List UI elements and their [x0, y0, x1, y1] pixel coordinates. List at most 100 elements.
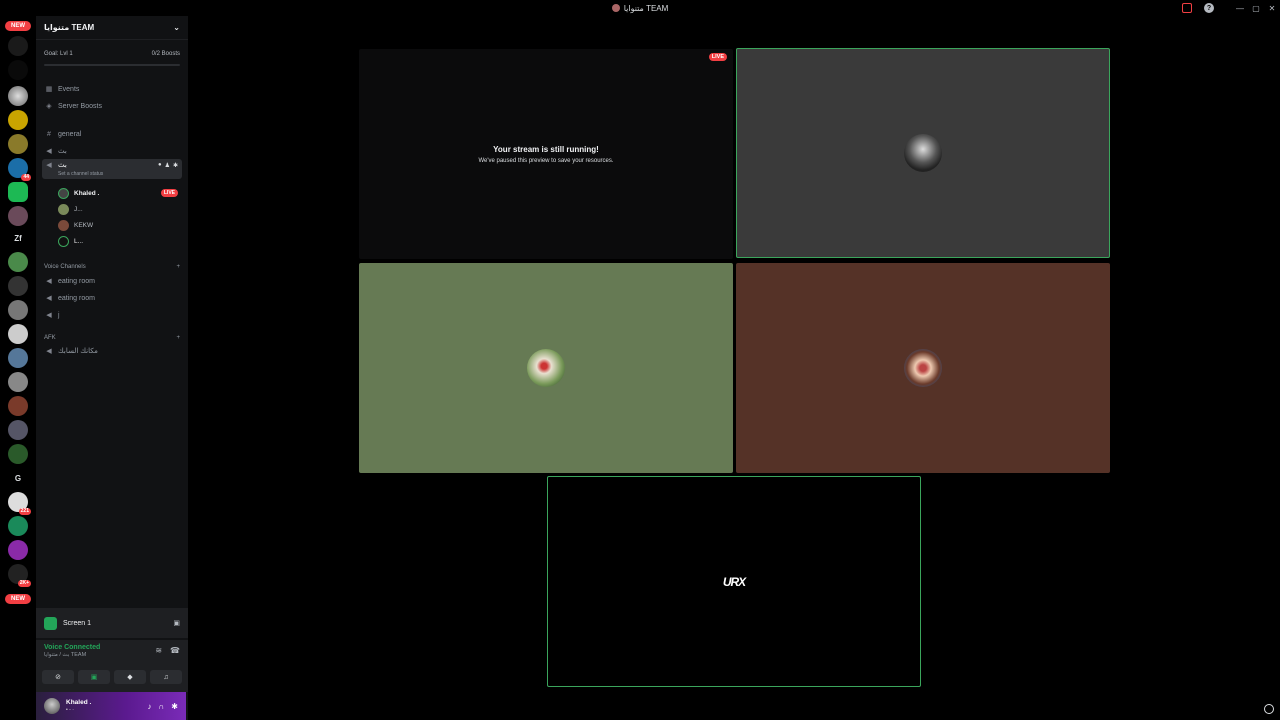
voice-user[interactable]: L...	[58, 234, 182, 248]
server-icon-5[interactable]	[8, 134, 28, 154]
gear-icon[interactable]: ✱	[173, 162, 178, 169]
participant-tile[interactable]	[359, 263, 733, 473]
activity-button[interactable]: ◆	[114, 670, 146, 684]
avatar	[58, 187, 69, 199]
category-afk[interactable]: AFK +	[44, 332, 180, 344]
server-icon-21[interactable]: 2K+	[8, 564, 31, 587]
server-icon-12[interactable]	[8, 324, 28, 344]
screen-share-panel[interactable]: Screen 1 ▣	[36, 608, 188, 638]
server-icon-6[interactable]: 44	[8, 158, 31, 181]
participant-tile[interactable]	[736, 263, 1110, 473]
camera-button[interactable]: ⊘	[42, 670, 74, 684]
channel-voice-1[interactable]: ◀ بث	[42, 144, 182, 158]
screen-label: Screen 1	[63, 619, 92, 627]
voice-user[interactable]: Khaled . LIVE	[58, 186, 182, 200]
speaker-icon: ◀	[46, 312, 52, 319]
nav-events[interactable]: ▦ Events	[42, 82, 182, 96]
channel-status[interactable]: Set a channel status	[58, 171, 103, 177]
participant-logo: URX	[722, 574, 746, 589]
headphones-icon[interactable]: ∩	[159, 702, 165, 711]
voice-user-name: J...	[74, 205, 83, 213]
plus-icon[interactable]: +	[176, 264, 180, 270]
minimize-button[interactable]: —	[1232, 4, 1248, 13]
mention-badge: 2K+	[17, 580, 31, 587]
disconnect-icon[interactable]: ☎	[170, 646, 180, 655]
calendar-icon: ▦	[45, 86, 53, 93]
server-icon-11[interactable]	[8, 300, 28, 320]
gear-icon[interactable]: ✱	[171, 702, 178, 711]
new-badge-bottom: NEW	[5, 594, 31, 604]
server-icon-20[interactable]	[8, 540, 28, 560]
channel-voice-1-label: بث	[58, 148, 67, 155]
help-icon[interactable]: ?	[1204, 3, 1214, 13]
maximize-button[interactable]: ▢	[1248, 4, 1264, 13]
speaker-icon: ◀	[46, 162, 52, 169]
microphone-icon[interactable]: ♪	[148, 702, 152, 711]
user-controls: ♪ ∩ ✱	[148, 702, 178, 711]
user-panel: Khaled . • - · ♪ ∩ ✱	[36, 692, 186, 720]
server-icon-7[interactable]	[8, 182, 28, 202]
avatar	[58, 235, 69, 247]
nav-server-boosts-label: Server Boosts	[58, 102, 102, 110]
stop-stream-icon[interactable]: ▣	[173, 619, 180, 627]
stream-tile[interactable]: LIVE Your stream is still running! We've…	[359, 49, 733, 259]
titlebar-icons: ?	[1182, 3, 1214, 13]
channel-general[interactable]: # general	[42, 127, 182, 141]
server-letter-g[interactable]: G	[8, 468, 28, 488]
server-icon-13[interactable]	[8, 348, 28, 368]
mention-badge: 221	[18, 508, 31, 515]
server-icon-1[interactable]	[8, 36, 28, 56]
add-member-icon[interactable]: ♟	[165, 162, 170, 169]
channel-eating-room-2[interactable]: ◀ eating room	[42, 291, 182, 305]
voice-user-name: KEKW	[74, 221, 94, 229]
category-label: Voice Channels	[44, 264, 86, 270]
server-icon-9[interactable]	[8, 252, 28, 272]
server-header[interactable]: متنوايا TEAM ⌄	[36, 16, 188, 40]
voice-buttons: ⊘ ▣ ◆ ♫	[42, 670, 182, 684]
voice-user[interactable]: J...	[58, 202, 182, 216]
server-icon-16[interactable]	[8, 420, 28, 440]
participant-tile[interactable]: URX	[547, 476, 921, 687]
voice-user-name: L...	[74, 237, 84, 245]
window-title: متنوايا TEAM	[611, 4, 668, 13]
category-label: AFK	[44, 335, 56, 341]
fullscreen-icon[interactable]	[1264, 704, 1274, 714]
server-icon-10[interactable]	[8, 276, 28, 296]
server-icon-15[interactable]	[8, 396, 28, 416]
noise-suppression-icon[interactable]: ≋	[155, 646, 162, 655]
channel-afk[interactable]: ◀ مكانك السابك	[42, 344, 182, 358]
voice-user-name: Khaled .	[74, 189, 100, 197]
server-icon-2[interactable]	[8, 60, 28, 80]
avatar	[904, 134, 942, 172]
boost-icon: ◈	[46, 103, 52, 110]
voice-actions: ≋ ☎	[155, 646, 180, 655]
nav-server-boosts[interactable]: ◈ Server Boosts	[42, 99, 182, 113]
channel-active-voice[interactable]: ◀ بث Set a channel status ● ♟ ✱	[42, 159, 182, 179]
chat-icon[interactable]: ●	[158, 162, 162, 169]
username: Khaled .	[66, 699, 92, 706]
server-icon-19[interactable]	[8, 516, 28, 536]
server-name: متنوايا TEAM	[44, 23, 95, 32]
avatar[interactable]	[44, 698, 60, 714]
live-badge: LIVE	[708, 53, 727, 61]
voice-user[interactable]: KEKW	[58, 218, 182, 232]
plus-icon[interactable]: +	[176, 335, 180, 341]
server-icon-17[interactable]	[8, 444, 28, 464]
category-voice-channels[interactable]: Voice Channels +	[44, 261, 180, 273]
speaker-icon: ◀	[46, 148, 52, 155]
channel-eating-room-1[interactable]: ◀ eating room	[42, 274, 182, 288]
server-icon-8[interactable]	[8, 206, 28, 226]
server-icon-4[interactable]	[8, 110, 28, 130]
server-icon-14[interactable]	[8, 372, 28, 392]
close-button[interactable]: ✕	[1264, 4, 1280, 13]
participant-tile[interactable]	[736, 48, 1110, 258]
screen-share-button[interactable]: ▣	[78, 670, 110, 684]
soundboard-button[interactable]: ♫	[150, 670, 182, 684]
inbox-icon[interactable]	[1182, 3, 1192, 13]
server-letter-zf[interactable]: Zf	[8, 228, 28, 248]
channel-j[interactable]: ◀ j	[42, 308, 182, 322]
server-icon-3[interactable]	[8, 86, 28, 106]
server-icon-18[interactable]: 221	[8, 492, 31, 515]
channel-sidebar: متنوايا TEAM ⌄ Goal: Lvl 1 0/2 Boosts ▦ …	[36, 16, 188, 720]
boost-goal[interactable]: Goal: Lvl 1 0/2 Boosts	[36, 44, 188, 64]
